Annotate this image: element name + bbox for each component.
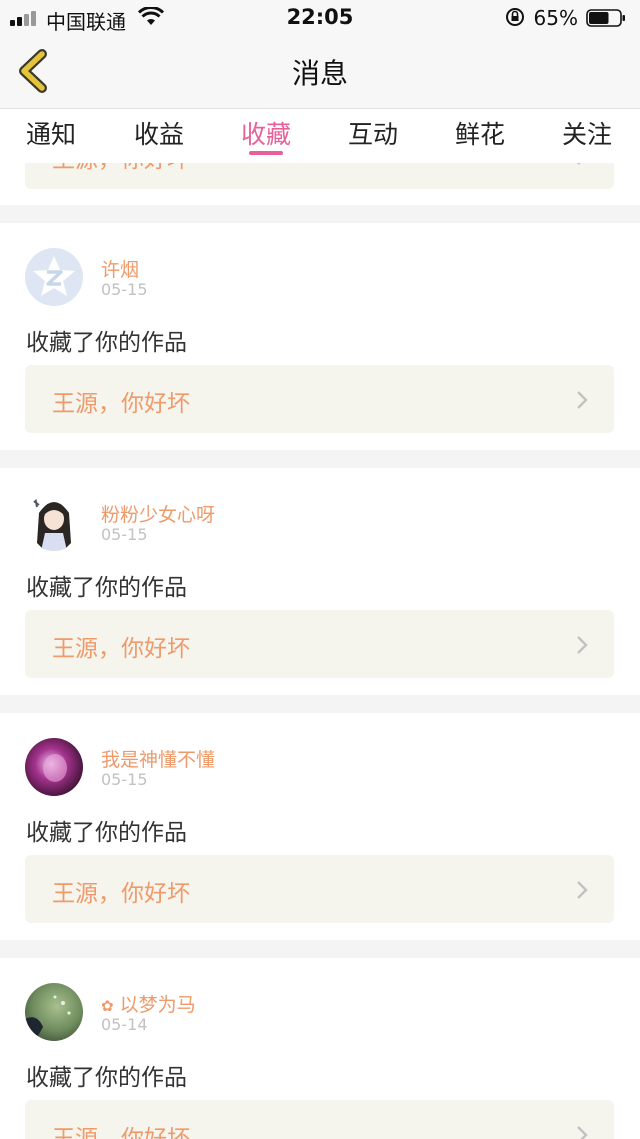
work-title: 王源，你好坏 [52, 391, 190, 417]
message-card: 粉粉少女心呀 05-15 收藏了你的作品 王源，你好坏 [0, 468, 640, 695]
work-title: 王源，你好坏 [52, 881, 190, 907]
tab-interactions[interactable]: 互动 [348, 115, 398, 151]
username[interactable]: 我是神懂不懂 [101, 745, 215, 772]
page-title: 消息 [291, 57, 348, 90]
work-link[interactable]: 王源，你好坏 [25, 855, 614, 923]
message-card: 王源，你好坏 [0, 163, 640, 205]
battery-icon [586, 9, 625, 27]
green-photo-avatar [25, 983, 83, 1041]
username[interactable]: 粉粉少女心呀 [101, 500, 215, 527]
message-date: 05-15 [101, 525, 148, 544]
chevron-right-icon [577, 636, 588, 654]
chevron-right-icon [577, 881, 588, 899]
work-title: 王源，你好坏 [52, 163, 190, 174]
avatar[interactable] [25, 738, 83, 796]
message-date: 05-15 [101, 280, 148, 299]
purple-photo-avatar [25, 738, 83, 796]
chevron-right-icon [577, 1126, 588, 1139]
work-title: 王源，你好坏 [52, 1126, 190, 1139]
username[interactable]: ✿ 以梦为马 [101, 990, 196, 1017]
tab-notifications[interactable]: 通知 [26, 115, 76, 151]
username[interactable]: 许烟 [101, 255, 139, 282]
tab-earnings[interactable]: 收益 [134, 115, 184, 151]
message-card: ✿ 以梦为马 05-14 收藏了你的作品 王源，你好坏 [0, 958, 640, 1139]
message-text: 收藏了你的作品 [26, 1065, 187, 1091]
avatar[interactable] [25, 493, 83, 551]
qzone-default-icon [25, 248, 83, 306]
work-link[interactable]: 王源，你好坏 [25, 365, 614, 433]
message-date: 05-14 [101, 1015, 148, 1034]
message-text: 收藏了你的作品 [26, 820, 187, 846]
avatar[interactable] [25, 983, 83, 1041]
flower-icon: ✿ [101, 997, 114, 1015]
battery-percent: 65% [533, 6, 578, 30]
message-text: 收藏了你的作品 [26, 330, 187, 356]
chevron-right-icon [577, 391, 588, 409]
tab-follows[interactable]: 关注 [562, 115, 612, 151]
rotation-lock-icon [506, 8, 524, 26]
message-list: 王源，你好坏 许烟 05-15 收藏了你的作品 王源，你好坏 [0, 163, 640, 1139]
message-card: 许烟 05-15 收藏了你的作品 王源，你好坏 [0, 223, 640, 450]
work-link[interactable]: 王源，你好坏 [25, 610, 614, 678]
work-link[interactable]: 王源，你好坏 [25, 163, 614, 189]
tab-favorites[interactable]: 收藏 [241, 115, 291, 151]
work-link[interactable]: 王源，你好坏 [25, 1100, 614, 1139]
chevron-right-icon [577, 163, 581, 165]
work-title: 王源，你好坏 [52, 636, 190, 662]
tab-flowers[interactable]: 鲜花 [455, 115, 505, 151]
status-bar: 中国联通 22:05 65% [0, 0, 640, 36]
message-card: 我是神懂不懂 05-15 收藏了你的作品 王源，你好坏 [0, 713, 640, 940]
message-date: 05-15 [101, 770, 148, 789]
avatar[interactable] [25, 248, 83, 306]
navigation-bar: 消息 [0, 36, 640, 109]
anime-girl-avatar [25, 493, 83, 551]
tab-bar: 通知 收益 收藏 互动 鲜花 关注 [0, 109, 640, 163]
message-text: 收藏了你的作品 [26, 575, 187, 601]
active-tab-indicator [249, 151, 283, 155]
